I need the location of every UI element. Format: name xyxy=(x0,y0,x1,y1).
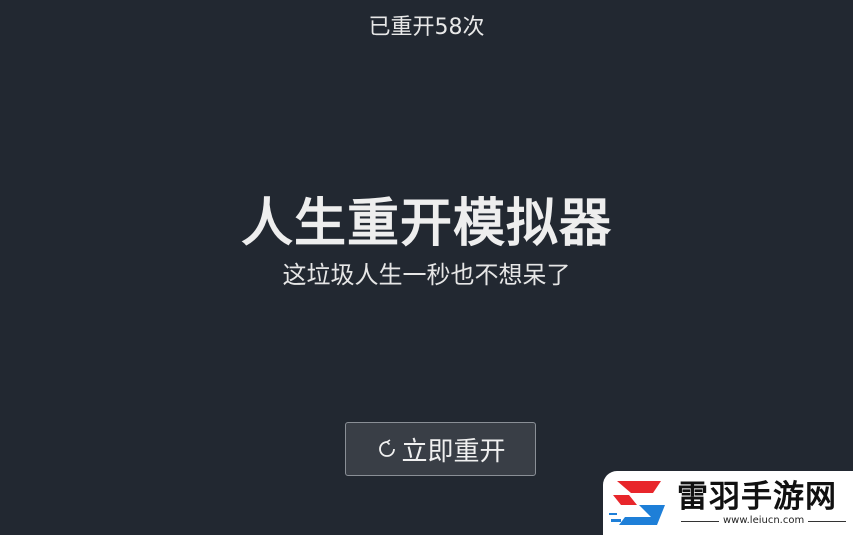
restart-button-label: 立即重开 xyxy=(401,435,506,466)
page-subtitle: 这垃圾人生一秒也不想呆了 xyxy=(282,261,571,289)
watermark: 雷羽手游网 www.leiucn.com xyxy=(603,471,853,535)
divider xyxy=(681,520,719,522)
restart-button[interactable]: 立即重开 xyxy=(345,422,536,476)
watermark-name: 雷羽手游网 xyxy=(677,479,837,515)
refresh-icon xyxy=(375,437,399,461)
divider xyxy=(808,520,847,522)
leiyu-logo-icon xyxy=(609,481,665,525)
watermark-url: www.leiucn.com xyxy=(723,515,805,526)
restart-count: 已重开58次 xyxy=(368,15,485,40)
page-title: 人生重开模拟器 xyxy=(240,194,612,254)
watermark-url-row: www.leiucn.com xyxy=(677,515,850,527)
